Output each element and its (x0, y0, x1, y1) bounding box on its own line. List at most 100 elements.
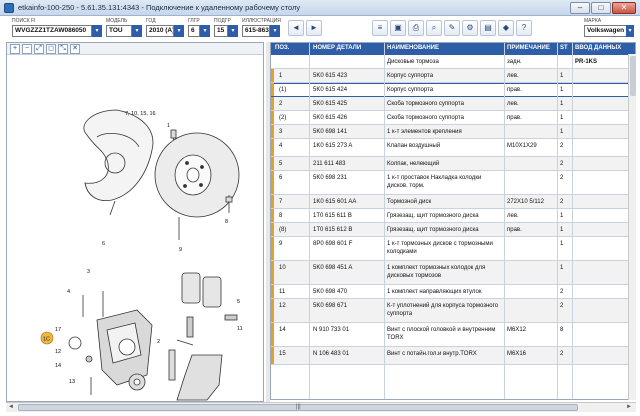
table-row[interactable]: (2) 5K0 615 426 Скоба тормозного суппорта п… (271, 111, 635, 125)
table-row[interactable]: 8 1T0 615 611 B Грязезащ. щит тормозного д… (271, 209, 635, 223)
header-pos[interactable]: ПОЗ. (275, 45, 289, 51)
table-row[interactable]: 3 5K0 698 141 1 к-т элементов крепления 1 (271, 125, 635, 139)
zoom-reset-icon[interactable]: ✕ (70, 44, 80, 54)
brand-dropdown-icon[interactable]: ▾ (626, 25, 634, 37)
header-name[interactable]: НАИМЕНОВАНИЕ (387, 45, 439, 51)
callout-1[interactable]: 1 (167, 123, 170, 129)
table-row[interactable]: (8) 1T0 615 612 B Грязезащ. щит тормозного… (271, 223, 635, 237)
callout-14[interactable]: 14 (55, 363, 61, 369)
zoom-page-icon[interactable]: ◻ (46, 44, 56, 54)
callout-11[interactable]: 11 (237, 326, 243, 332)
group-select[interactable]: 6 (188, 25, 200, 37)
cell-name: Винт с потайн.гол.и внутр.TORX (387, 351, 477, 357)
illustration-dropdown-icon[interactable]: ▾ (270, 25, 280, 37)
table-row[interactable]: 12 5K0 698 671 К-т уплотнений для корпуса … (271, 299, 635, 323)
year-select[interactable]: 2010 (A) (146, 25, 174, 37)
header-qty[interactable]: ST (560, 45, 568, 51)
table-row[interactable]: 10 5K0 698 451 A 1 комплект тормозных коло… (271, 261, 635, 285)
brake-diagram[interactable]: 7, 10, 15, 16 1 3 17 12 14 13 2 6 4 5 8 … (7, 55, 263, 401)
image-icon[interactable]: ▣ (390, 20, 406, 36)
scroll-left-icon[interactable]: ◄ (6, 403, 16, 412)
illustration-panel: + − ⤢ ◻ ⤡ ✕ 7, 10, 15, 16 1 3 17 12 14 1… (6, 42, 264, 402)
table-row[interactable]: (1) 5K0 615 424 Корпус суппорта прав. 1 (271, 83, 635, 97)
row-marker (271, 171, 274, 194)
table-row[interactable]: 15 N 106 483 01 Винт с потайн.гол.и внутр.… (271, 347, 635, 365)
cell-pos: 6 (279, 175, 283, 181)
marker-icon[interactable]: ◆ (498, 20, 514, 36)
callout-1c[interactable]: 1C (43, 337, 50, 343)
year-dropdown-icon[interactable]: ▾ (174, 25, 184, 37)
column-divider (309, 43, 310, 399)
table-row[interactable]: 1 5K0 615 423 Корпус суппорта лев. 1 (271, 69, 635, 83)
callout-17[interactable]: 17 (55, 327, 61, 333)
zoom-in-icon[interactable]: + (10, 44, 20, 54)
subgroup-dropdown-icon[interactable]: ▾ (228, 25, 238, 37)
brand-select[interactable]: Volkswagen (584, 25, 628, 37)
model-dropdown-icon[interactable]: ▾ (132, 25, 142, 37)
table-row[interactable]: 5 211 611 483 Колпак, нелеющий 2 (271, 157, 635, 171)
cell-note: лев. (507, 213, 519, 219)
cell-name: Корпус суппорта (387, 87, 434, 93)
callout-1c-highlight[interactable]: 1C (40, 331, 54, 345)
header-data-input[interactable]: ВВОД ДАННЫХ (575, 45, 621, 51)
cell-part-number: 5K0 615 426 (313, 115, 348, 121)
zoom-area-icon[interactable]: ⤡ (58, 44, 68, 54)
callout-13[interactable]: 13 (69, 379, 75, 385)
table-intro-row[interactable]: Дисковые тормоза задн. PR-1KS (271, 55, 635, 69)
header-note[interactable]: ПРИМЕЧАНИЕ (507, 45, 550, 51)
cell-pos: 15 (279, 351, 286, 357)
table-row[interactable]: 6 5K0 698 231 1 к-т проставок Накладка кол… (271, 171, 635, 195)
settings-icon[interactable]: ⚙ (462, 20, 478, 36)
horizontal-scrollbar[interactable]: ◄ ||| ► (6, 402, 636, 412)
zoom-out-icon[interactable]: − (22, 44, 32, 54)
illustration-select[interactable]: 615-863 (242, 25, 270, 37)
minimize-button[interactable]: – (570, 2, 590, 14)
search-icon[interactable]: ⌕ (426, 20, 442, 36)
table-row[interactable]: 2 5K0 615 425 Скоба тормозного суппорта лев… (271, 97, 635, 111)
callout-4[interactable]: 4 (67, 289, 70, 295)
group-dropdown-icon[interactable]: ▾ (200, 25, 210, 37)
model-select[interactable]: TOU (106, 25, 132, 37)
subgroup-select[interactable]: 15 (214, 25, 228, 37)
table-row[interactable]: 14 N 910 733 01 Винт с плоской головкой и … (271, 323, 635, 347)
callout-12[interactable]: 12 (55, 349, 61, 355)
vin-field[interactable]: WVGZZZ1TZAW086050 (12, 25, 92, 37)
vertical-scroll-thumb[interactable] (630, 56, 636, 96)
table-row[interactable]: 11 5K0 698 470 1 комплект направляющих вту… (271, 285, 635, 299)
maximize-button[interactable]: □ (591, 2, 611, 14)
table-row[interactable]: 7 1K0 615 601 AA Тормозной диск 272X10 5/11… (271, 195, 635, 209)
print-icon[interactable]: ⎙ (408, 20, 424, 36)
cell-part-number: 5K0 615 424 (313, 87, 348, 93)
intro-name: Дисковые тормоза (387, 59, 439, 65)
cell-note: M6X12 (507, 327, 527, 333)
vin-dropdown-icon[interactable]: ▾ (92, 25, 102, 37)
row-marker (271, 347, 274, 364)
close-button[interactable]: ✕ (612, 2, 636, 14)
edit-icon[interactable]: ✎ (444, 20, 460, 36)
help-icon[interactable]: ? (516, 20, 532, 36)
callout-7-10-15-16[interactable]: 7, 10, 15, 16 (125, 111, 156, 117)
table-vertical-scrollbar[interactable] (628, 54, 636, 400)
cell-qty: 2 (560, 175, 564, 181)
callout-9[interactable]: 9 (179, 247, 182, 253)
row-marker (271, 223, 274, 236)
list-icon[interactable]: ≡ (372, 20, 388, 36)
callout-8[interactable]: 8 (225, 219, 228, 225)
callout-5[interactable]: 5 (237, 299, 240, 305)
prev-icon[interactable]: ◄ (288, 20, 304, 36)
brake-pads-drawing (181, 272, 238, 338)
cell-note: прав. (507, 227, 522, 233)
next-icon[interactable]: ► (306, 20, 322, 36)
callout-6[interactable]: 6 (102, 241, 105, 247)
table-icon[interactable]: ▤ (480, 20, 496, 36)
table-row[interactable]: 9 8P0 698 601 F 1 к-т тормозных дисков с т… (271, 237, 635, 261)
table-row[interactable]: 4 1K0 615 273 A Клапан воздушный M10X1X29 2 (271, 139, 635, 157)
cell-pos: 10 (279, 265, 286, 271)
cell-pos: 4 (279, 143, 283, 149)
cell-name: К-т уплотнений для корпуса тормозного су… (387, 303, 499, 317)
callout-3[interactable]: 3 (87, 269, 90, 275)
header-part-number[interactable]: НОМЕР ДЕТАЛИ (313, 45, 361, 51)
callout-2[interactable]: 2 (157, 339, 160, 345)
zoom-fit-icon[interactable]: ⤢ (34, 44, 44, 54)
scroll-right-icon[interactable]: ► (624, 403, 634, 412)
